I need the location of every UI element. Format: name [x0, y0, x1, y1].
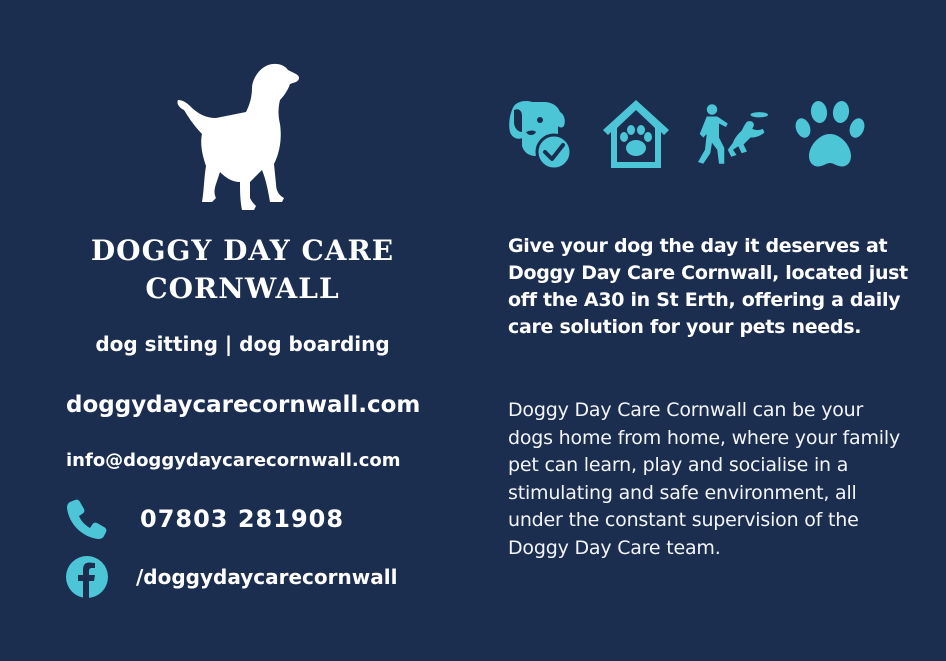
intro-paragraph: Give your dog the day it deserves at Dog… — [508, 235, 908, 338]
paw-house-icon — [603, 100, 669, 168]
brand-title-line1: DOGGY DAY CARE — [90, 234, 395, 267]
feature-icon-strip — [504, 98, 865, 170]
services-tagline: dog sitting | dog boarding — [95, 332, 390, 356]
person-frisbee-dog-icon — [698, 104, 768, 164]
about-paragraph: Doggy Day Care Cornwall can be your dogs… — [508, 399, 900, 559]
phone-number: 07803 281908 — [140, 505, 345, 533]
phone-icon — [67, 499, 107, 539]
dog-check-icon — [509, 101, 573, 170]
dog-silhouette-icon — [177, 63, 299, 211]
business-card: DOGGY DAY CARE CORNWALL dog sitting | do… — [0, 0, 946, 661]
phone-row[interactable]: 07803 281908 — [66, 498, 344, 540]
paw-print-icon — [795, 101, 865, 167]
brand-title-line2: CORNWALL — [145, 272, 340, 305]
facebook-icon — [66, 556, 108, 598]
facebook-handle: /doggydaycarecornwall — [136, 565, 398, 589]
email-link[interactable]: info@doggydaycarecornwall.com — [66, 450, 401, 471]
facebook-row[interactable]: /doggydaycarecornwall — [66, 556, 397, 598]
website-link[interactable]: doggydaycarecornwall.com — [66, 392, 420, 418]
brand-title: DOGGY DAY CARE CORNWALL — [40, 232, 445, 308]
